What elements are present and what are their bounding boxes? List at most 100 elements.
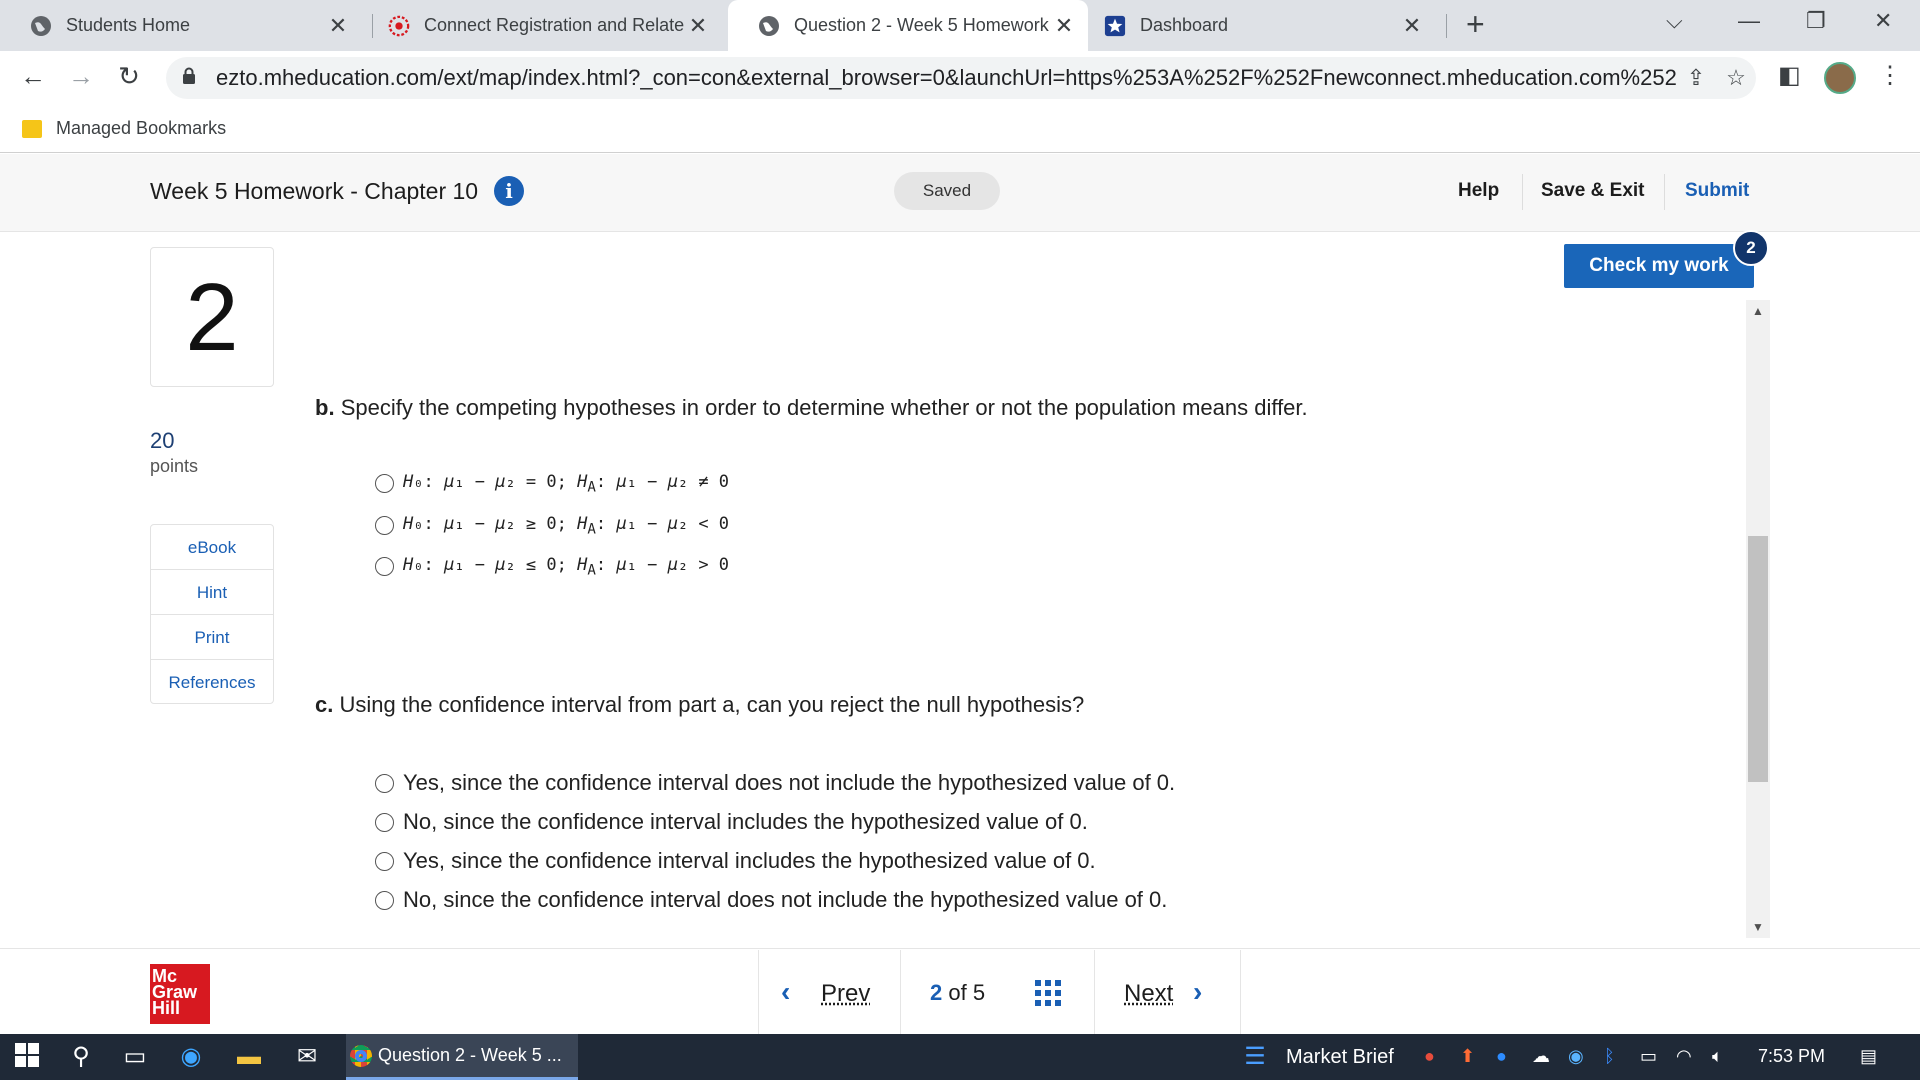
menu-kebab-icon[interactable]: ⋮	[1878, 61, 1902, 90]
radio-button[interactable]	[375, 851, 394, 871]
hypothesis-text: H₀: μ₁ − μ₂ ≤ 0; HA: μ₁ − μ₂ > 0	[403, 555, 730, 579]
radio-button[interactable]	[375, 516, 394, 536]
side-panel-icon[interactable]: ◧	[1778, 61, 1801, 90]
notification-icon[interactable]: ▤	[1860, 1046, 1877, 1067]
submit-button[interactable]: Submit	[1685, 180, 1749, 202]
task-view-icon[interactable]: ▭	[120, 1042, 150, 1072]
help-button[interactable]: Help	[1458, 180, 1499, 202]
bluetooth-icon[interactable]: ᛒ	[1604, 1046, 1615, 1067]
hypothesis-option-3[interactable]: H₀: μ₁ − μ₂ ≤ 0; HA: μ₁ − μ₂ > 0	[375, 555, 729, 578]
star-shield-icon	[1104, 15, 1126, 37]
prev-button[interactable]: Prev	[821, 980, 870, 1008]
answer-text: No, since the confidence interval does n…	[403, 887, 1168, 912]
current-page: 2	[930, 980, 943, 1005]
null-operator: ≤	[525, 555, 537, 575]
answer-option-4[interactable]: No, since the confidence interval does n…	[375, 887, 1167, 913]
question-number: 2	[150, 247, 274, 387]
address-bar[interactable]: ezto.mheducation.com/ext/map/index.html?…	[166, 57, 1756, 99]
print-link[interactable]: Print	[151, 615, 273, 660]
tab-search-chevron-icon[interactable]: ⌵	[1666, 8, 1683, 34]
chevron-left-icon[interactable]: ‹	[781, 976, 790, 1008]
hypothesis-text: H₀: μ₁ − μ₂ = 0; HA: μ₁ − μ₂ ≠ 0	[403, 472, 730, 496]
share-icon[interactable]: ⇪	[1676, 65, 1716, 91]
minimize-icon[interactable]: —	[1738, 8, 1760, 34]
part-b-text: Specify the competing hypotheses in orde…	[340, 395, 1308, 420]
window-close-icon[interactable]: ✕	[1874, 8, 1892, 34]
close-icon[interactable]: ✕	[1398, 13, 1426, 39]
close-icon[interactable]: ✕	[324, 13, 352, 39]
tab-question-2[interactable]: Question 2 - Week 5 Homework ✕	[728, 0, 1088, 51]
onedrive-icon[interactable]: ☁	[1532, 1046, 1550, 1067]
radio-button[interactable]	[375, 474, 394, 494]
answer-option-3[interactable]: Yes, since the confidence interval inclu…	[375, 848, 1096, 874]
radio-button[interactable]	[375, 890, 394, 910]
bookmark-star-icon[interactable]: ☆	[1716, 65, 1756, 91]
radio-button[interactable]	[375, 812, 394, 832]
answer-option-1[interactable]: Yes, since the confidence interval does …	[375, 770, 1175, 796]
check-attempts-badge: 2	[1733, 230, 1769, 266]
points-value: 20	[150, 428, 175, 453]
taskbar-chrome-app[interactable]: Question 2 - Week 5 ...	[346, 1034, 578, 1080]
windows-taskbar: ⚲ ▭ ◉ ▬ ✉ Question 2 - Week 5 ... ☰ Mark…	[0, 1034, 1920, 1080]
null-operator: ≥	[525, 514, 537, 534]
chevron-right-icon[interactable]: ›	[1193, 976, 1202, 1008]
news-widget-icon[interactable]: ☰	[1240, 1042, 1270, 1072]
scroll-down-arrow-icon[interactable]: ▼	[1746, 920, 1770, 934]
windows-start-icon[interactable]	[12, 1042, 42, 1072]
scroll-up-arrow-icon[interactable]: ▲	[1746, 304, 1770, 318]
info-icon[interactable]: i	[494, 176, 524, 206]
file-explorer-icon[interactable]: ▬	[234, 1042, 264, 1072]
browser-tab-strip: Students Home ✕ Connect Registration and…	[0, 0, 1920, 51]
pager-divider	[758, 950, 759, 1034]
record-tray-icon[interactable]: ●	[1424, 1046, 1435, 1067]
upload-tray-icon[interactable]: ⬆	[1460, 1046, 1475, 1067]
mail-icon[interactable]: ✉	[292, 1042, 322, 1072]
tab-connect-registration[interactable]: Connect Registration and Related ✕	[358, 0, 722, 51]
market-brief-widget[interactable]: Market Brief	[1286, 1046, 1394, 1069]
page-indicator: 2 of 5	[930, 980, 985, 1006]
tab-title: Connect Registration and Related	[424, 15, 684, 35]
zoom-tray-icon[interactable]: ●	[1496, 1046, 1507, 1067]
logo-line: Hill	[152, 998, 181, 1018]
content-scrollbar[interactable]: ▲ ▼	[1746, 300, 1770, 938]
tab-students-home[interactable]: Students Home ✕	[0, 0, 362, 51]
scroll-thumb[interactable]	[1748, 536, 1768, 782]
profile-avatar[interactable]	[1824, 62, 1856, 94]
next-button[interactable]: Next	[1124, 980, 1173, 1008]
connect-icon	[388, 15, 410, 37]
ebook-link[interactable]: eBook	[151, 525, 273, 570]
answer-text: Yes, since the confidence interval inclu…	[403, 848, 1096, 873]
header-divider	[1664, 174, 1665, 210]
reload-icon[interactable]: ↻	[112, 61, 146, 92]
hint-link[interactable]: Hint	[151, 570, 273, 615]
globe-icon	[30, 15, 52, 37]
browser-toolbar: ← → ↻ ezto.mheducation.com/ext/map/index…	[0, 51, 1920, 105]
new-tab-button[interactable]: +	[1466, 6, 1485, 43]
battery-icon[interactable]: ▭	[1640, 1046, 1657, 1067]
tab-dashboard[interactable]: Dashboard ✕	[1074, 0, 1436, 51]
question-grid-icon[interactable]	[1035, 980, 1061, 1006]
radio-button[interactable]	[375, 773, 394, 793]
close-icon[interactable]: ✕	[684, 13, 712, 39]
hypothesis-option-2[interactable]: H₀: μ₁ − μ₂ ≥ 0; HA: μ₁ − μ₂ < 0	[375, 514, 729, 537]
managed-bookmarks-link[interactable]: Managed Bookmarks	[56, 118, 226, 139]
back-arrow-icon[interactable]: ←	[16, 61, 50, 92]
edge-icon[interactable]: ◉	[176, 1042, 206, 1072]
radio-button[interactable]	[375, 557, 394, 577]
wifi-icon[interactable]: ◠	[1676, 1046, 1692, 1067]
assignment-title: Week 5 Homework - Chapter 10	[150, 178, 479, 204]
meet-tray-icon[interactable]: ◉	[1568, 1046, 1584, 1067]
restore-icon[interactable]: ❐	[1806, 8, 1826, 34]
answer-option-2[interactable]: No, since the confidence interval includ…	[375, 809, 1088, 835]
check-my-work-button[interactable]: Check my work	[1564, 244, 1754, 288]
part-c-text: Using the confidence interval from part …	[339, 692, 1085, 717]
taskbar-clock[interactable]: 7:53 PM	[1758, 1046, 1825, 1067]
volume-icon[interactable]: 🔈︎	[1712, 1046, 1723, 1067]
alt-operator: >	[698, 555, 709, 575]
search-icon[interactable]: ⚲	[66, 1042, 96, 1072]
references-link[interactable]: References	[151, 660, 273, 703]
save-exit-button[interactable]: Save & Exit	[1541, 180, 1645, 202]
forward-arrow-icon[interactable]: →	[64, 61, 98, 92]
question-tools: eBook Hint Print References	[150, 524, 274, 704]
hypothesis-option-1[interactable]: H₀: μ₁ − μ₂ = 0; HA: μ₁ − μ₂ ≠ 0	[375, 472, 729, 495]
